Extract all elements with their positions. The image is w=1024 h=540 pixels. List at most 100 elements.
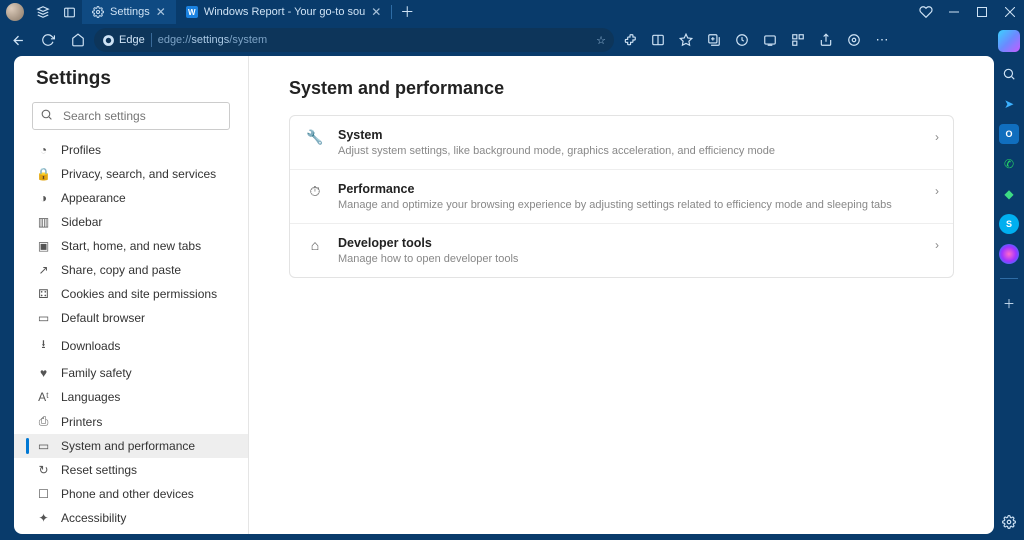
nav-label: Reset settings <box>61 463 137 477</box>
nav-icon: ⚃ <box>36 287 51 301</box>
row-title: System <box>338 128 775 142</box>
close-icon[interactable]: ✕ <box>156 5 166 19</box>
copilot-button[interactable] <box>998 30 1020 52</box>
nav-label: Share, copy and paste <box>61 263 181 277</box>
tab-actions-icon[interactable] <box>56 6 82 19</box>
maximize-button[interactable] <box>968 7 996 17</box>
dock-search-icon[interactable] <box>999 64 1019 84</box>
sidebar-item-share-copy-and-paste[interactable]: ↗Share, copy and paste <box>14 258 248 282</box>
dock-messenger-icon[interactable] <box>999 244 1019 264</box>
tab-settings[interactable]: Settings ✕ <box>82 0 176 24</box>
refresh-button[interactable] <box>34 26 62 54</box>
back-button[interactable] <box>4 26 32 54</box>
sidebar-item-start-home-and-new-tabs[interactable]: ▣ Start, home, and new tabs <box>14 234 248 258</box>
dock-outlook-icon[interactable]: O <box>999 124 1019 144</box>
favorite-star-icon[interactable]: ☆ <box>596 34 606 47</box>
sidebar-item-system-and-performance[interactable]: ▭System and performance <box>14 434 248 458</box>
nav-label: Printers <box>61 415 102 429</box>
sidebar-title: Settings <box>14 68 248 96</box>
home-button[interactable] <box>64 26 92 54</box>
search-input[interactable] <box>32 102 230 130</box>
row-icon: ⌂ <box>306 236 324 253</box>
sidebar-item-default-browser[interactable]: ▭Default browser <box>14 306 248 330</box>
dock-telegram-icon[interactable]: ➤ <box>999 94 1019 114</box>
dock-settings-icon[interactable] <box>999 512 1019 532</box>
sidebar-item-appearance[interactable]: ◑Appearance <box>14 186 248 210</box>
history-icon[interactable] <box>728 26 756 54</box>
sidebar-item-privacy-search-and-services[interactable]: 🔒 Privacy, search, and services <box>14 162 248 186</box>
search-wrap <box>32 102 230 130</box>
url-text: edge://settings/system <box>158 34 590 46</box>
minimize-button[interactable] <box>940 7 968 17</box>
nav-label: Family safety <box>61 366 132 380</box>
extensions-icon[interactable] <box>616 26 644 54</box>
nav-icon: Aᵗ <box>36 390 51 404</box>
chevron-right-icon: › <box>935 238 939 252</box>
sidebar-item-family-safety[interactable]: ♥Family safety <box>14 361 248 385</box>
row-title: Developer tools <box>338 236 518 250</box>
chip-label: Edge <box>119 34 145 46</box>
new-tab-button[interactable]: ＋ <box>392 0 422 24</box>
screenshot-icon[interactable] <box>756 26 784 54</box>
favorites-icon[interactable] <box>672 26 700 54</box>
nav-label: Start, home, and new tabs <box>61 239 201 253</box>
address-bar[interactable]: Edge edge://settings/system ☆ <box>94 28 614 52</box>
nav-icon: ▣ <box>36 239 51 253</box>
sidebar-item-accessibility[interactable]: ✦Accessibility <box>14 506 248 530</box>
settings-sidebar: Settings ◔ Profiles 🔒 Privacy, search, and … <box>14 56 249 534</box>
sidebar-item-languages[interactable]: Aᵗ Languages <box>14 385 248 409</box>
more-icon[interactable]: ⋯ <box>868 26 896 54</box>
reading-list-icon[interactable] <box>644 26 672 54</box>
site-favicon: W <box>186 6 198 18</box>
close-window-button[interactable] <box>996 7 1024 17</box>
nav-label: Languages <box>61 390 120 404</box>
settings-row-system[interactable]: 🔧SystemAdjust system settings, like back… <box>290 116 953 169</box>
sidebar-item-reset-settings[interactable]: ↻Reset settings <box>14 458 248 482</box>
row-icon: ⏱ <box>306 182 324 200</box>
workspaces-icon[interactable] <box>30 5 56 19</box>
tab-strip: Settings ✕ W Windows Report - Your go-to… <box>82 0 422 24</box>
rewards-icon[interactable] <box>912 5 940 19</box>
nav-icon: ▭ <box>36 439 51 453</box>
tab-label: Settings <box>110 6 150 18</box>
collections-icon[interactable] <box>700 26 728 54</box>
nav-label: Privacy, search, and services <box>61 167 216 181</box>
nav-label: Phone and other devices <box>61 487 194 501</box>
edge-chip: Edge <box>102 34 145 47</box>
row-desc: Manage how to open developer tools <box>338 253 518 265</box>
title-bar: Settings ✕ W Windows Report - Your go-to… <box>0 0 1024 24</box>
nav-icon: 🔒 <box>36 167 51 181</box>
nav-label: Cookies and site permissions <box>61 287 217 301</box>
performance-icon[interactable] <box>840 26 868 54</box>
dock-whatsapp-icon[interactable]: ✆ <box>999 154 1019 174</box>
dock-add-icon[interactable]: ＋ <box>999 293 1019 313</box>
separator <box>151 33 152 47</box>
nav-label: Downloads <box>61 339 120 353</box>
sidebar-item-phone-and-other-devices[interactable]: ☐ Phone and other devices <box>14 482 248 506</box>
sidebar-item-sidebar[interactable]: ▥Sidebar <box>14 210 248 234</box>
share-icon[interactable] <box>812 26 840 54</box>
dock-skype-icon[interactable]: S <box>999 214 1019 234</box>
sidebar-item-profiles[interactable]: ◔ Profiles <box>14 138 248 162</box>
sidebar-item-about-microsoft-edge[interactable]: ⓔAbout Microsoft Edge <box>14 530 248 534</box>
settings-row-developer-tools[interactable]: ⌂ Developer tools Manage how to open devel… <box>290 223 953 277</box>
settings-row-performance[interactable]: ⏱PerformanceManage and optimize your bro… <box>290 169 953 223</box>
sidebar-item-cookies-and-site-permissions[interactable]: ⚃ Cookies and site permissions <box>14 282 248 306</box>
toolbar: Edge edge://settings/system ☆ ⋯ <box>0 24 1024 56</box>
page-heading: System and performance <box>289 78 954 99</box>
tab-windows-report[interactable]: W Windows Report - Your go-to sou ✕ <box>176 0 391 24</box>
nav-icon: ☐ <box>36 487 51 501</box>
apps-icon[interactable] <box>784 26 812 54</box>
nav-icon: ⭳ <box>36 335 51 356</box>
close-icon[interactable]: ✕ <box>371 5 381 19</box>
nav-label: Profiles <box>61 143 101 157</box>
settings-main: System and performance 🔧SystemAdjust sys… <box>249 56 994 534</box>
search-icon <box>40 108 53 121</box>
profile-avatar[interactable] <box>6 3 24 21</box>
dock-android-icon[interactable]: ◆ <box>999 184 1019 204</box>
sidebar-item-printers[interactable]: ⎙Printers <box>14 409 248 434</box>
sidebar-item-downloads[interactable]: ⭳ Downloads <box>14 330 248 361</box>
row-desc: Manage and optimize your browsing experi… <box>338 199 892 211</box>
nav-icon: ◔ <box>36 143 51 157</box>
chevron-right-icon: › <box>935 184 939 198</box>
